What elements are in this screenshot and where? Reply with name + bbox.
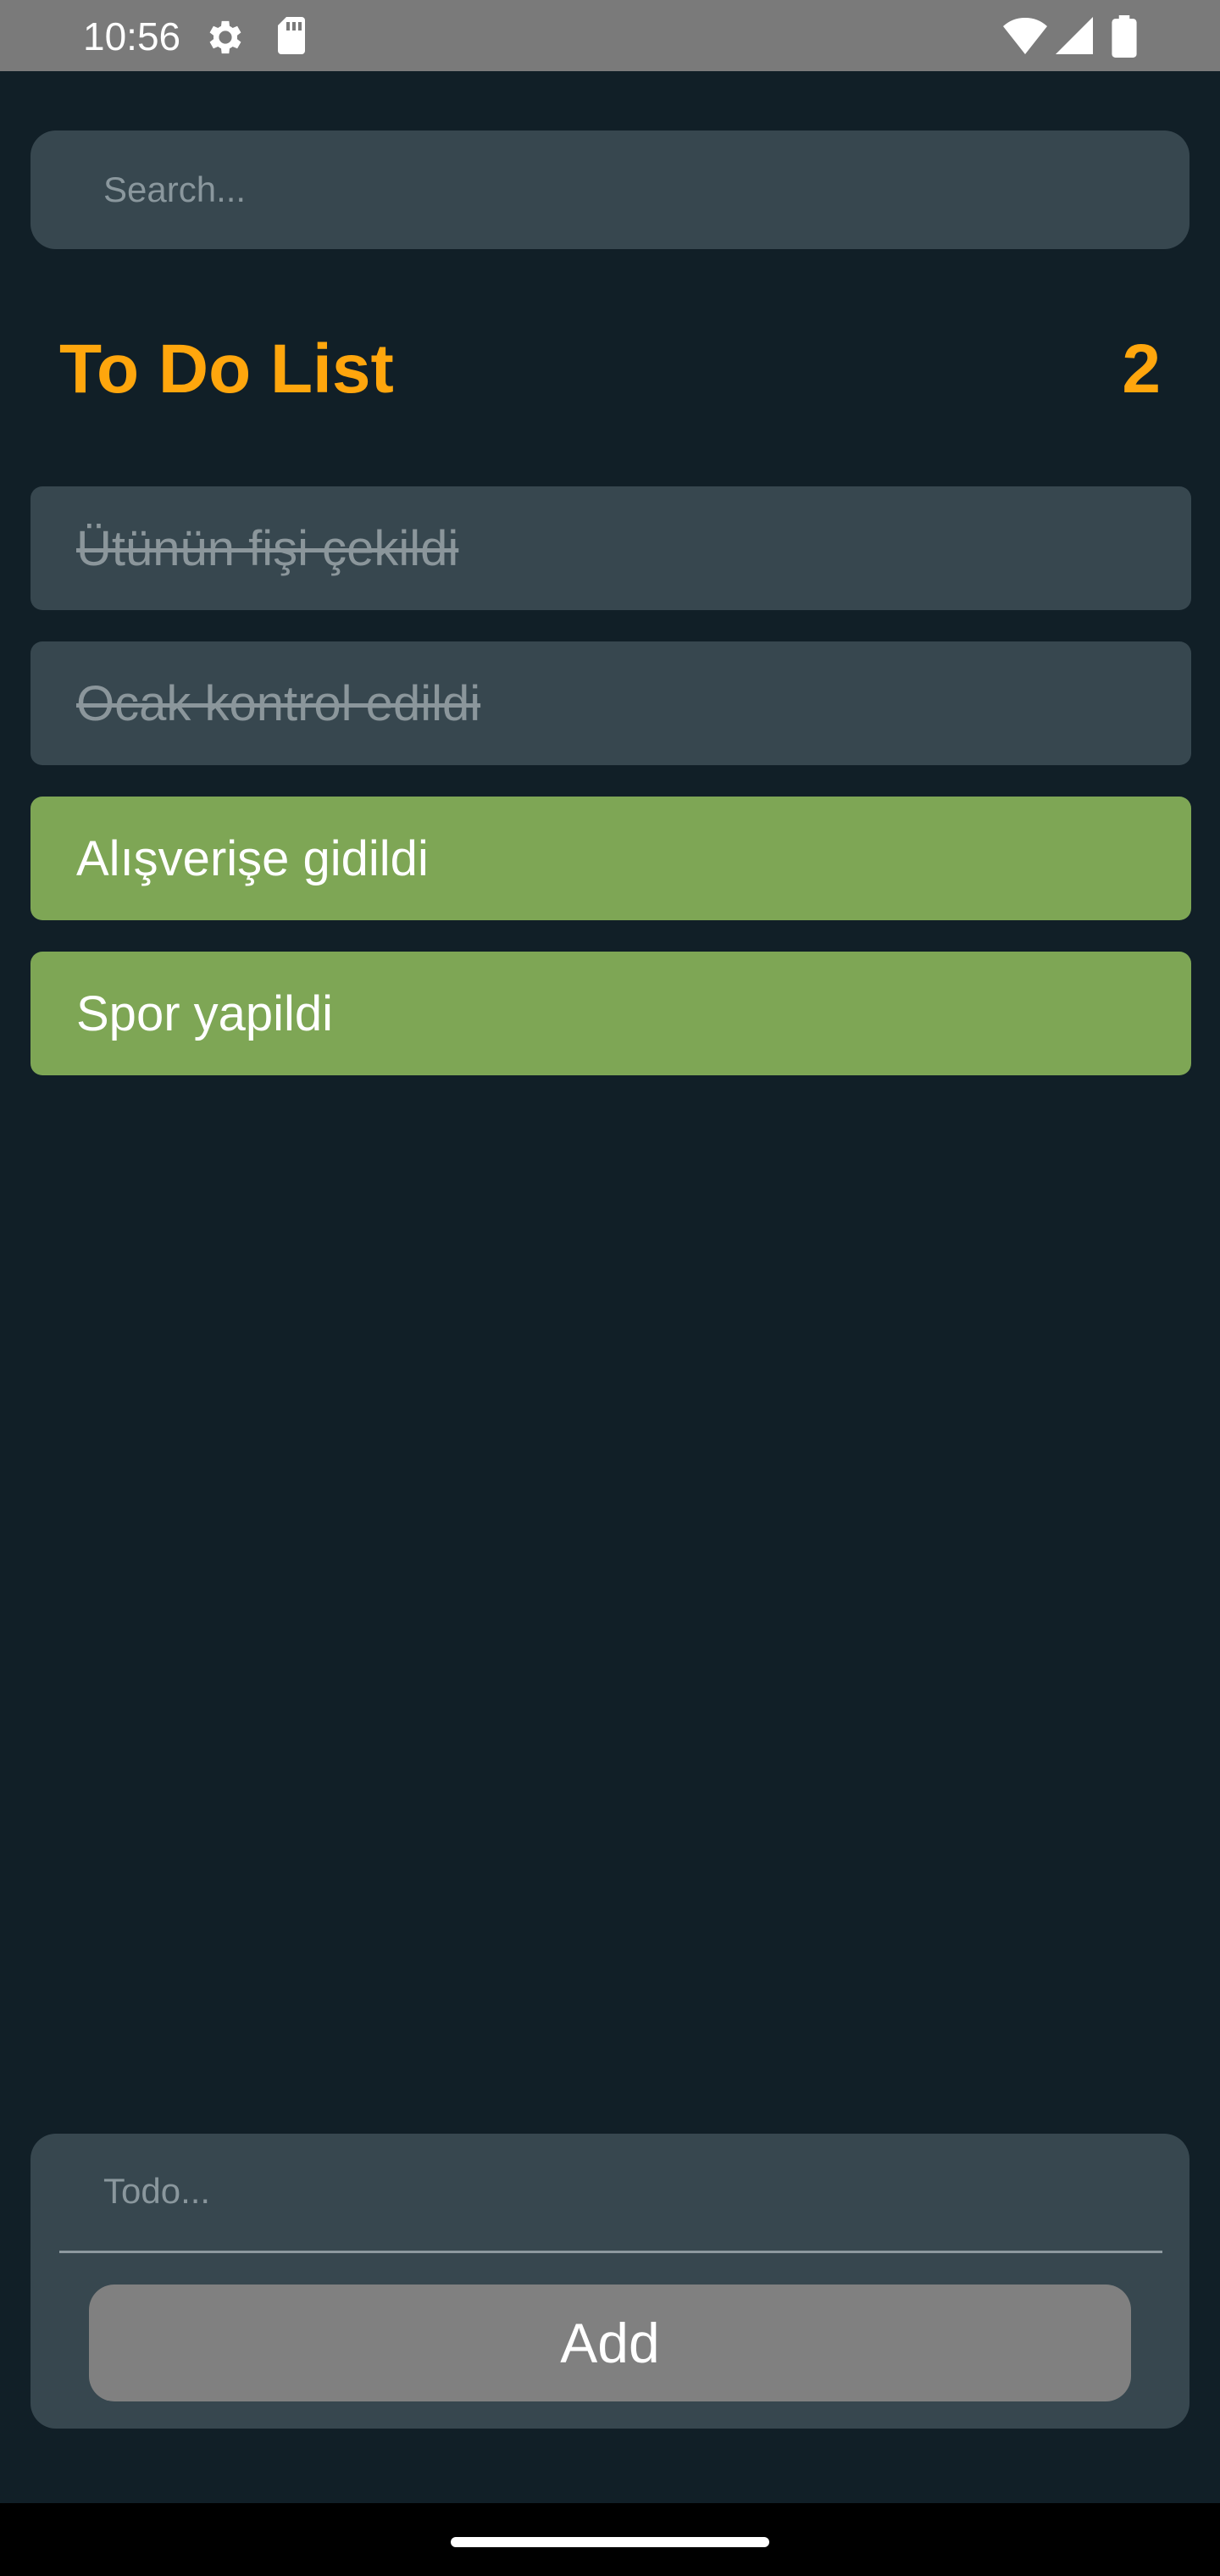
page-title: To Do List (59, 330, 394, 408)
signal-icon (1056, 17, 1093, 54)
add-todo-panel: Add (30, 2134, 1190, 2429)
todo-app-screen: 10:56 To Do List 2 Ütünün fişi çekil (0, 0, 1220, 2576)
sd-card-icon (278, 17, 305, 54)
search-box (30, 130, 1190, 249)
battery-icon (1112, 15, 1137, 58)
todo-item-text: Ütünün fişi çekildi (76, 520, 459, 576)
wifi-icon (1003, 17, 1047, 55)
todo-item[interactable]: Ocak kontrol edildi (30, 641, 1191, 765)
todo-item-text: Ocak kontrol edildi (76, 675, 481, 731)
search-input[interactable] (103, 164, 1120, 215)
todo-item[interactable]: Spor yapildi (30, 952, 1191, 1075)
todo-item-text: Spor yapildi (76, 985, 334, 1041)
gear-icon (209, 20, 241, 54)
input-underline (59, 2251, 1162, 2253)
add-button[interactable]: Add (89, 2285, 1131, 2401)
todo-item[interactable]: Ütünün fişi çekildi (30, 486, 1191, 610)
navigation-bar (0, 2503, 1220, 2576)
todo-item-text: Alışverişe gidildi (76, 830, 429, 886)
status-bar: 10:56 (0, 0, 1220, 71)
home-indicator[interactable] (451, 2537, 769, 2547)
todo-item[interactable]: Alışverişe gidildi (30, 797, 1191, 920)
todo-input[interactable] (103, 2164, 1120, 2218)
todo-count: 2 (1122, 330, 1161, 408)
todo-list: Ütünün fişi çekildi Ocak kontrol edildi … (30, 486, 1191, 1107)
status-time: 10:56 (83, 14, 181, 58)
